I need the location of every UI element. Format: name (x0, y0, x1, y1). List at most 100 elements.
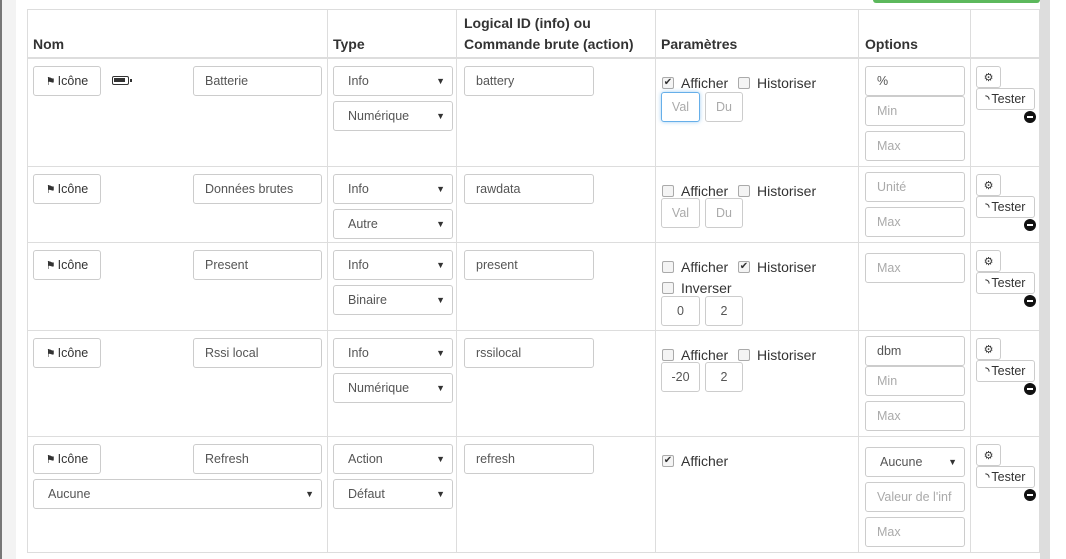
subtype-select-value: Autre (348, 217, 378, 231)
subtype-select[interactable]: Numérique ▼ (333, 101, 453, 131)
tester-button[interactable]: ◝ Tester (976, 466, 1035, 488)
afficher-checkbox[interactable]: ✔ (662, 455, 674, 467)
historiser-checkbox[interactable]: ✔ (738, 261, 750, 273)
option-input[interactable]: Min (865, 96, 965, 126)
param-duration-input[interactable]: Du (705, 198, 743, 228)
tester-label: Tester (991, 470, 1026, 484)
param-value-input[interactable]: 0 (661, 296, 700, 326)
icon-button[interactable]: ⚑ Icône (33, 444, 101, 474)
historiser-checkbox[interactable] (738, 349, 750, 361)
name-input[interactable]: Batterie (193, 66, 322, 96)
value-select[interactable]: Aucune ▼ (33, 479, 322, 509)
option-input[interactable]: Unité (865, 172, 965, 202)
option-input[interactable]: Max (865, 401, 965, 431)
type-select-value: Info (348, 74, 369, 88)
type-select[interactable]: Action ▼ (333, 444, 453, 474)
add-command-button[interactable] (873, 0, 1040, 3)
remove-command-icon[interactable] (1024, 489, 1036, 501)
chevron-down-icon: ▼ (436, 489, 445, 499)
column-divider (970, 9, 971, 553)
inverser-checkbox[interactable] (662, 282, 674, 294)
option-input[interactable]: Max (865, 253, 965, 283)
subtype-select[interactable]: Binaire ▼ (333, 285, 453, 315)
icon-button-label: Icône (57, 182, 89, 196)
tester-button[interactable]: ◝ Tester (976, 196, 1035, 218)
tester-label: Tester (991, 364, 1026, 378)
remove-command-icon[interactable] (1024, 383, 1036, 395)
afficher-checkbox[interactable]: ✔ (662, 77, 674, 89)
option-input[interactable]: Min (865, 366, 965, 396)
type-select-value: Action (348, 452, 383, 466)
subtype-select[interactable]: Autre ▼ (333, 209, 453, 239)
flag-icon: ⚑ (45, 75, 56, 88)
configure-gears-icon[interactable]: ⚙ (976, 444, 1001, 466)
chevron-down-icon: ▼ (436, 383, 445, 393)
type-select[interactable]: Info ▼ (333, 250, 453, 280)
scrollbar[interactable] (1040, 0, 1050, 559)
historiser-label: Historiser (757, 183, 817, 199)
name-input[interactable]: Refresh (193, 444, 322, 474)
type-select[interactable]: Info ▼ (333, 174, 453, 204)
param-duration-input[interactable]: 2 (705, 296, 743, 326)
name-input[interactable]: Present (193, 250, 322, 280)
subtype-select-value: Numérique (348, 109, 410, 123)
logical-id-input[interactable]: refresh (464, 444, 594, 474)
afficher-label: Afficher (681, 75, 729, 91)
configure-gears-icon[interactable]: ⚙ (976, 174, 1001, 196)
logical-id-input[interactable]: battery (464, 66, 594, 96)
tester-button[interactable]: ◝ Tester (976, 272, 1035, 294)
icon-button[interactable]: ⚑ Icône (33, 338, 101, 368)
configure-gears-icon[interactable]: ⚙ (976, 250, 1001, 272)
afficher-checkbox[interactable] (662, 261, 674, 273)
type-select[interactable]: Info ▼ (333, 338, 453, 368)
name-input[interactable]: Données brutes (193, 174, 322, 204)
historiser-checkbox[interactable] (738, 77, 750, 89)
row-divider (27, 330, 1040, 331)
header-nom: Nom (33, 36, 65, 52)
configure-gears-icon[interactable]: ⚙ (976, 338, 1001, 360)
historiser-checkbox[interactable] (738, 185, 750, 197)
tester-label: Tester (991, 200, 1026, 214)
param-duration-input[interactable]: 2 (705, 362, 743, 392)
param-value-input[interactable]: Val (661, 92, 700, 122)
column-divider (327, 9, 328, 553)
configure-gears-icon[interactable]: ⚙ (976, 66, 1001, 88)
option-input[interactable]: Valeur de l'inf (865, 482, 965, 512)
param-value-input[interactable]: -20 (661, 362, 700, 392)
subtype-select[interactable]: Défaut ▼ (333, 479, 453, 509)
option-input[interactable]: Max (865, 517, 965, 547)
afficher-checkbox[interactable] (662, 349, 674, 361)
logical-id-input[interactable]: rssilocal (464, 338, 594, 368)
option-input[interactable]: Max (865, 207, 965, 237)
option-input[interactable]: Max (865, 131, 965, 161)
type-select-value: Info (348, 346, 369, 360)
chevron-down-icon: ▼ (436, 260, 445, 270)
remove-command-icon[interactable] (1024, 295, 1036, 307)
rss-icon: ◝ (985, 93, 990, 105)
subtype-select[interactable]: Numérique ▼ (333, 373, 453, 403)
logical-id-input[interactable]: rawdata (464, 174, 594, 204)
inverser-label: Inverser (681, 280, 732, 296)
param-duration-input[interactable]: Du (705, 92, 743, 122)
remove-command-icon[interactable] (1024, 111, 1036, 123)
logical-id-input[interactable]: present (464, 250, 594, 280)
tester-button[interactable]: ◝ Tester (976, 88, 1035, 110)
name-input[interactable]: Rssi local (193, 338, 322, 368)
historiser-label: Historiser (757, 347, 817, 363)
type-select[interactable]: Info ▼ (333, 66, 453, 96)
afficher-checkbox[interactable] (662, 185, 674, 197)
header-options: Options (865, 36, 918, 52)
option-input[interactable]: dbm (865, 336, 965, 366)
afficher-label: Afficher (681, 259, 729, 275)
options-select[interactable]: Aucune ▼ (865, 447, 965, 477)
icon-button[interactable]: ⚑ Icône (33, 66, 101, 96)
remove-command-icon[interactable] (1024, 219, 1036, 231)
header-divider (27, 57, 1040, 59)
icon-button[interactable]: ⚑ Icône (33, 250, 101, 280)
value-select-value: Aucune (48, 487, 91, 501)
chevron-down-icon: ▼ (436, 348, 445, 358)
icon-button[interactable]: ⚑ Icône (33, 174, 101, 204)
option-input[interactable]: % (865, 66, 965, 96)
tester-button[interactable]: ◝ Tester (976, 360, 1035, 382)
param-value-input[interactable]: Val (661, 198, 700, 228)
